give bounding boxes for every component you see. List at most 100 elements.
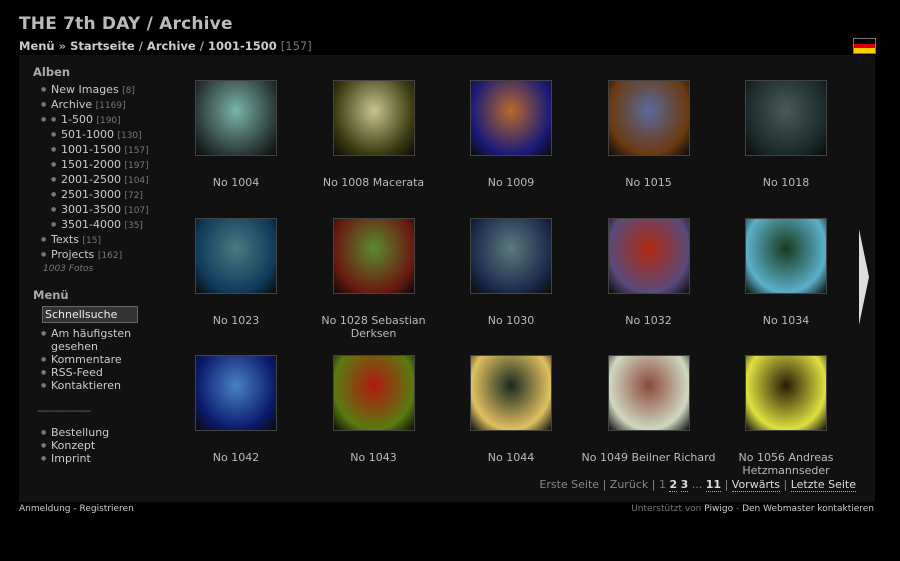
breadcrumb-home-link[interactable]: Startseite: [70, 39, 135, 53]
extra-menu-link[interactable]: Bestellung: [51, 426, 109, 439]
album-count: [35]: [124, 221, 143, 231]
thumbnail-image[interactable]: [470, 217, 552, 294]
album-item-archive[interactable]: Archive [1169]: [41, 98, 163, 113]
menu-item[interactable]: Am häufigsten gesehen: [41, 327, 163, 353]
register-link[interactable]: Registrieren: [80, 504, 134, 514]
page-11-link[interactable]: 11: [705, 478, 722, 492]
thumbnail-image[interactable]: [607, 80, 690, 156]
thumbnail-caption[interactable]: No 1023: [167, 314, 305, 327]
thumbnail-image[interactable]: [470, 355, 552, 431]
thumbnail-image[interactable]: [745, 80, 827, 156]
breadcrumb-current-link[interactable]: 1001-1500: [208, 39, 277, 53]
sub-album-item[interactable]: 1001-1500 [157]: [51, 143, 163, 158]
album-item-new-images[interactable]: New Images [8]: [41, 83, 163, 98]
thumbnail-caption[interactable]: No 1030: [442, 314, 580, 327]
menu-link[interactable]: Am häufigsten gesehen: [51, 327, 131, 353]
menu-link[interactable]: Kommentare: [51, 353, 122, 366]
thumbnail-image[interactable]: [607, 355, 690, 431]
album-label[interactable]: Texts: [51, 233, 79, 246]
thumbnail-item[interactable]: No 1018: [717, 80, 855, 189]
thumbnail-caption[interactable]: No 1042: [167, 451, 305, 464]
thumbnail-item[interactable]: No 1056 Andreas Hetzmannseder: [717, 355, 855, 477]
menu-link[interactable]: RSS-Feed: [51, 366, 103, 379]
thumbnail-item[interactable]: No 1034: [717, 217, 855, 327]
sub-album-item[interactable]: 2001-2500 [104]: [51, 173, 163, 188]
thumbnail-image[interactable]: [745, 217, 827, 294]
thumbnail-image[interactable]: [332, 355, 415, 431]
contact-webmaster-link[interactable]: Den Webmaster kontaktieren: [742, 504, 874, 514]
sub-album-item[interactable]: 1501-2000 [197]: [51, 158, 163, 173]
login-link[interactable]: Anmeldung: [19, 504, 71, 514]
menu-item[interactable]: RSS-Feed: [41, 366, 163, 379]
next-page-link[interactable]: Vorwärts: [731, 478, 781, 492]
thumbnail-item[interactable]: No 1009: [442, 80, 580, 189]
thumbnail-caption[interactable]: No 1004: [167, 176, 305, 189]
thumbnail-item[interactable]: No 1030: [442, 217, 580, 327]
thumbnail-caption[interactable]: No 1056 Andreas Hetzmannseder: [717, 451, 855, 477]
last-page-link[interactable]: Letzte Seite: [790, 478, 856, 492]
thumbnail-image[interactable]: [332, 217, 415, 294]
album-label[interactable]: 3501-4000: [61, 218, 121, 231]
thumbnail-item[interactable]: No 1023: [167, 217, 305, 327]
sub-album-item[interactable]: 3001-3500 [107]: [51, 203, 163, 218]
extra-menu-item[interactable]: Imprint: [41, 452, 163, 465]
sub-album-item[interactable]: 1-500 [190]: [51, 113, 163, 128]
sub-album-item[interactable]: 3501-4000 [35]: [51, 218, 163, 233]
thumbnail-caption[interactable]: No 1028 Sebastian Derksen: [305, 314, 443, 340]
thumbnail-image[interactable]: [332, 80, 415, 156]
sub-album-item[interactable]: 501-1000 [130]: [51, 128, 163, 143]
thumbnail-caption[interactable]: No 1049 Beilner Richard: [580, 451, 718, 464]
extra-menu-link[interactable]: Konzept: [51, 439, 95, 452]
extra-menu-link[interactable]: Imprint: [51, 452, 91, 465]
thumbnail-image[interactable]: [745, 355, 827, 431]
thumbnail-item[interactable]: No 1028 Sebastian Derksen: [305, 217, 443, 340]
album-label[interactable]: 1501-2000: [61, 158, 121, 171]
album-label[interactable]: 1-500: [61, 113, 93, 126]
thumbnail-caption[interactable]: No 1034: [717, 314, 855, 327]
album-label[interactable]: New Images: [51, 83, 119, 96]
menu-link[interactable]: Kontaktieren: [51, 379, 121, 392]
thumbnail-item[interactable]: No 1004: [167, 80, 305, 189]
album-label[interactable]: 501-1000: [61, 128, 114, 141]
thumbnail-caption[interactable]: No 1018: [717, 176, 855, 189]
thumbnail-caption[interactable]: No 1044: [442, 451, 580, 464]
next-page-arrow-icon[interactable]: [857, 227, 871, 327]
thumbnail-image[interactable]: [195, 80, 277, 156]
album-item-texts[interactable]: Texts [15]: [41, 233, 163, 248]
page-2-link[interactable]: 2: [669, 478, 678, 492]
thumbnail-item[interactable]: No 1008 Macerata: [305, 80, 443, 189]
breadcrumb-archive-link[interactable]: Archive: [147, 39, 196, 53]
page-3-link[interactable]: 3: [680, 478, 689, 492]
thumbnail-item[interactable]: No 1043: [305, 355, 443, 464]
thumbnail-caption[interactable]: No 1009: [442, 176, 580, 189]
album-label[interactable]: 1001-1500: [61, 143, 121, 156]
thumbnail-image[interactable]: [195, 217, 277, 294]
thumbnail-item[interactable]: No 1044: [442, 355, 580, 464]
quick-search-input[interactable]: Schnellsuche: [42, 306, 138, 323]
german-flag-icon[interactable]: [853, 38, 876, 54]
thumbnail-caption[interactable]: No 1015: [580, 176, 718, 189]
piwigo-link[interactable]: Piwigo: [704, 504, 733, 514]
thumbnail-item[interactable]: No 1015: [580, 80, 718, 189]
thumbnail-caption[interactable]: No 1032: [580, 314, 718, 327]
album-label[interactable]: 2001-2500: [61, 173, 121, 186]
thumbnail-item[interactable]: No 1049 Beilner Richard: [580, 355, 718, 464]
menu-item[interactable]: Kontaktieren: [41, 379, 163, 392]
album-label[interactable]: Archive: [51, 98, 92, 111]
thumbnail-caption[interactable]: No 1008 Macerata: [305, 176, 443, 189]
thumbnail-image[interactable]: [607, 217, 690, 294]
breadcrumb-menu-link[interactable]: Menü: [19, 39, 55, 53]
album-label[interactable]: 2501-3000: [61, 188, 121, 201]
extra-menu-item[interactable]: Bestellung: [41, 426, 163, 439]
menu-item[interactable]: Kommentare: [41, 353, 163, 366]
album-label[interactable]: Projects: [51, 248, 94, 261]
thumbnail-image[interactable]: [470, 80, 552, 156]
thumbnail-item[interactable]: No 1042: [167, 355, 305, 464]
album-label[interactable]: 3001-3500: [61, 203, 121, 216]
album-item-projects[interactable]: Projects [162]: [41, 248, 163, 263]
extra-menu-item[interactable]: Konzept: [41, 439, 163, 452]
thumbnail-item[interactable]: No 1032: [580, 217, 718, 327]
sub-album-item[interactable]: 2501-3000 [72]: [51, 188, 163, 203]
thumbnail-image[interactable]: [195, 355, 277, 431]
thumbnail-caption[interactable]: No 1043: [305, 451, 443, 464]
